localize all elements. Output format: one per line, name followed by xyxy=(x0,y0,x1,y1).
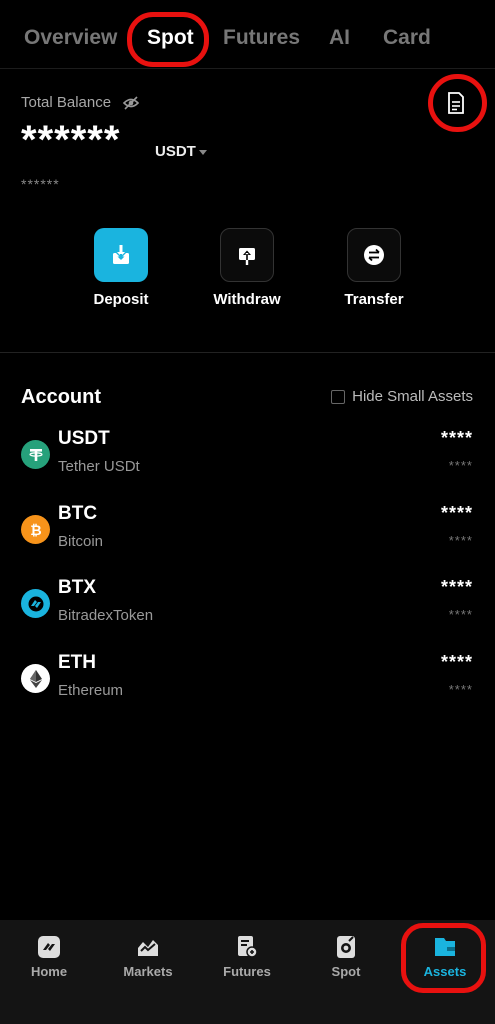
home-logo-icon xyxy=(36,934,62,960)
futures-icon xyxy=(234,934,260,960)
asset-name: BitradexToken xyxy=(58,607,154,624)
deposit-icon xyxy=(94,228,148,282)
deposit-button[interactable]: Deposit xyxy=(61,228,181,308)
withdraw-label: Withdraw xyxy=(213,291,281,308)
section-divider xyxy=(0,352,495,353)
hide-small-assets-label: Hide Small Assets xyxy=(352,388,473,405)
asset-row-btx[interactable]: BTX BitradexToken **** **** xyxy=(0,577,495,637)
bitcoin-icon: ₿ xyxy=(21,515,50,544)
nav-markets-label: Markets xyxy=(123,964,173,979)
nav-spot-label: Spot xyxy=(331,964,361,979)
tab-spot-highlight-annotation xyxy=(127,12,209,67)
asset-symbol: USDT xyxy=(58,428,110,449)
currency-label: USDT xyxy=(155,143,196,160)
asset-row-eth[interactable]: ETH Ethereum **** **** xyxy=(0,652,495,712)
bitradex-token-icon xyxy=(21,589,50,618)
deposit-label: Deposit xyxy=(93,291,149,308)
nav-markets[interactable]: Markets xyxy=(108,934,188,979)
asset-amount: **** xyxy=(440,577,473,597)
nav-futures[interactable]: Futures xyxy=(207,934,287,979)
asset-name: Tether USDt xyxy=(58,458,140,475)
transfer-label: Transfer xyxy=(344,291,404,308)
asset-amount: **** xyxy=(440,652,473,672)
withdraw-button[interactable]: Withdraw xyxy=(187,228,307,308)
currency-selector[interactable]: USDT xyxy=(155,143,207,160)
asset-name: Ethereum xyxy=(58,682,124,699)
markets-icon xyxy=(135,934,161,960)
top-tabs: Overview Spot Futures AI Card xyxy=(0,0,495,69)
history-highlight-annotation xyxy=(428,74,487,132)
hide-small-assets-toggle[interactable]: Hide Small Assets xyxy=(331,388,473,405)
asset-row-btc[interactable]: ₿ BTC Bitcoin **** **** xyxy=(0,503,495,563)
tether-icon xyxy=(21,440,50,469)
caret-down-icon xyxy=(198,149,207,155)
tab-overview[interactable]: Overview xyxy=(24,26,117,50)
asset-symbol: BTC xyxy=(58,503,98,524)
nav-futures-label: Futures xyxy=(223,964,271,979)
nav-home-label: Home xyxy=(30,964,68,979)
ethereum-icon xyxy=(21,664,50,693)
nav-spot[interactable]: Spot xyxy=(306,934,386,979)
hide-small-assets-checkbox[interactable] xyxy=(331,389,346,404)
asset-row-usdt[interactable]: USDT Tether USDt **** **** xyxy=(0,428,495,488)
asset-symbol: BTX xyxy=(58,577,96,598)
asset-value: **** xyxy=(448,607,473,622)
transfer-button[interactable]: Transfer xyxy=(314,228,434,308)
asset-value: **** xyxy=(448,533,473,548)
account-title: Account xyxy=(21,386,101,408)
tab-futures[interactable]: Futures xyxy=(223,26,300,50)
withdraw-icon xyxy=(220,228,274,282)
spot-icon xyxy=(333,934,359,960)
transfer-icon xyxy=(347,228,401,282)
asset-symbol: ETH xyxy=(58,652,96,673)
asset-amount: **** xyxy=(440,428,473,448)
eye-off-icon[interactable] xyxy=(122,95,140,111)
total-balance-value: ****** xyxy=(21,118,121,162)
nav-assets-highlight-annotation xyxy=(401,923,486,993)
tab-card[interactable]: Card xyxy=(383,26,431,50)
nav-home[interactable]: Home xyxy=(9,934,89,979)
asset-name: Bitcoin xyxy=(58,533,104,550)
asset-value: **** xyxy=(448,682,473,697)
svg-text:₿: ₿ xyxy=(30,523,41,539)
asset-value: **** xyxy=(448,458,473,473)
total-balance-label: Total Balance xyxy=(21,94,112,111)
asset-amount: **** xyxy=(440,503,473,523)
balance-sub-value: ****** xyxy=(21,176,60,192)
tab-ai[interactable]: AI xyxy=(329,26,350,50)
